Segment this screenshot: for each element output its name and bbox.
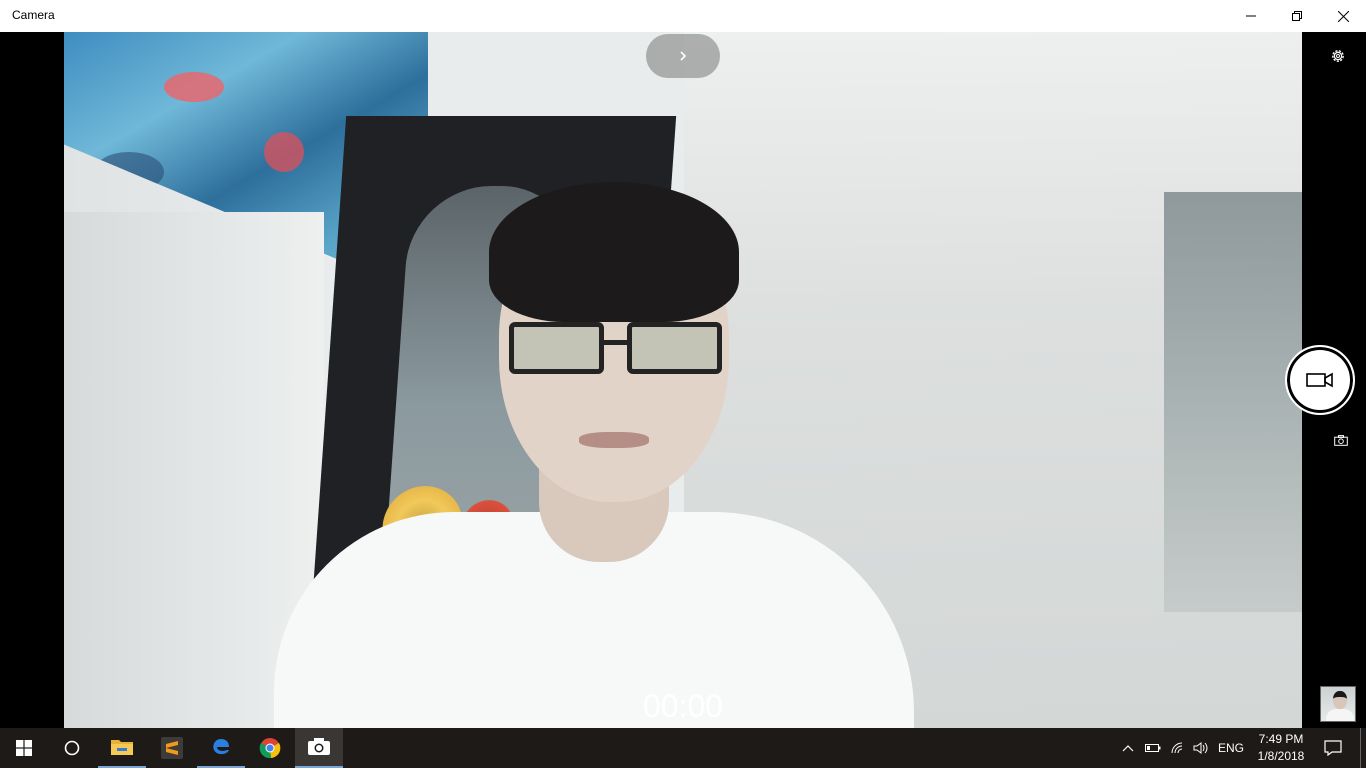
clock-date: 1/8/2018 bbox=[1257, 749, 1305, 763]
gear-icon bbox=[1332, 50, 1344, 62]
chevron-up-icon bbox=[1122, 745, 1134, 752]
chrome-icon bbox=[259, 738, 281, 759]
minimize-icon bbox=[1246, 15, 1256, 17]
minimize-button[interactable] bbox=[1228, 0, 1274, 32]
show-desktop-button[interactable] bbox=[1360, 728, 1366, 768]
network-status[interactable] bbox=[1166, 728, 1190, 768]
recording-timer: 00:00 bbox=[642, 688, 724, 724]
close-icon bbox=[1337, 10, 1349, 22]
restore-button[interactable] bbox=[1274, 0, 1320, 32]
photo-mode-button[interactable] bbox=[1330, 430, 1352, 450]
start-icon bbox=[16, 740, 32, 756]
language-indicator[interactable]: ENG bbox=[1214, 728, 1248, 768]
taskbar-sublime-text[interactable] bbox=[148, 728, 196, 768]
action-center-icon bbox=[1324, 740, 1342, 756]
video-camera-icon bbox=[1306, 372, 1333, 388]
last-capture-thumbnail[interactable] bbox=[1320, 686, 1356, 722]
search-icon bbox=[64, 740, 80, 756]
record-video-button[interactable] bbox=[1285, 345, 1355, 415]
camera-icon bbox=[1334, 434, 1348, 446]
file-explorer-icon bbox=[111, 740, 133, 755]
background-shadow bbox=[1164, 192, 1302, 612]
window-title: Camera bbox=[12, 8, 55, 22]
volume-control[interactable] bbox=[1190, 728, 1212, 768]
person bbox=[274, 182, 974, 728]
taskbar-edge[interactable] bbox=[197, 728, 245, 768]
camera-view: 00:00 bbox=[0, 32, 1366, 728]
camera-app-icon bbox=[308, 738, 330, 755]
taskbar-chrome[interactable] bbox=[246, 728, 294, 768]
edge-icon bbox=[213, 739, 229, 755]
camera-preview[interactable] bbox=[64, 32, 1302, 728]
volume-icon bbox=[1193, 742, 1208, 754]
expand-controls-button[interactable] bbox=[646, 34, 720, 78]
sublime-text-icon bbox=[161, 737, 183, 759]
show-hidden-icons-button[interactable] bbox=[1118, 728, 1138, 768]
taskbar-camera[interactable] bbox=[295, 728, 343, 768]
cortana-button[interactable] bbox=[48, 728, 96, 768]
start-button[interactable] bbox=[0, 728, 48, 768]
clock[interactable]: 7:49 PM 1/8/2018 bbox=[1246, 731, 1316, 765]
maximize-icon bbox=[1292, 11, 1302, 21]
battery-status[interactable] bbox=[1142, 728, 1164, 768]
action-center-button[interactable] bbox=[1318, 728, 1348, 768]
clock-time: 7:49 PM bbox=[1258, 732, 1304, 746]
close-button[interactable] bbox=[1320, 0, 1366, 32]
settings-button[interactable] bbox=[1326, 44, 1350, 68]
chevron-right-icon bbox=[680, 51, 687, 61]
battery-icon bbox=[1145, 744, 1161, 752]
title-bar: Camera bbox=[0, 0, 1366, 32]
taskbar: ENG 7:49 PM 1/8/2018 bbox=[0, 728, 1366, 768]
wifi-icon bbox=[1171, 742, 1183, 754]
taskbar-file-explorer[interactable] bbox=[98, 728, 146, 768]
